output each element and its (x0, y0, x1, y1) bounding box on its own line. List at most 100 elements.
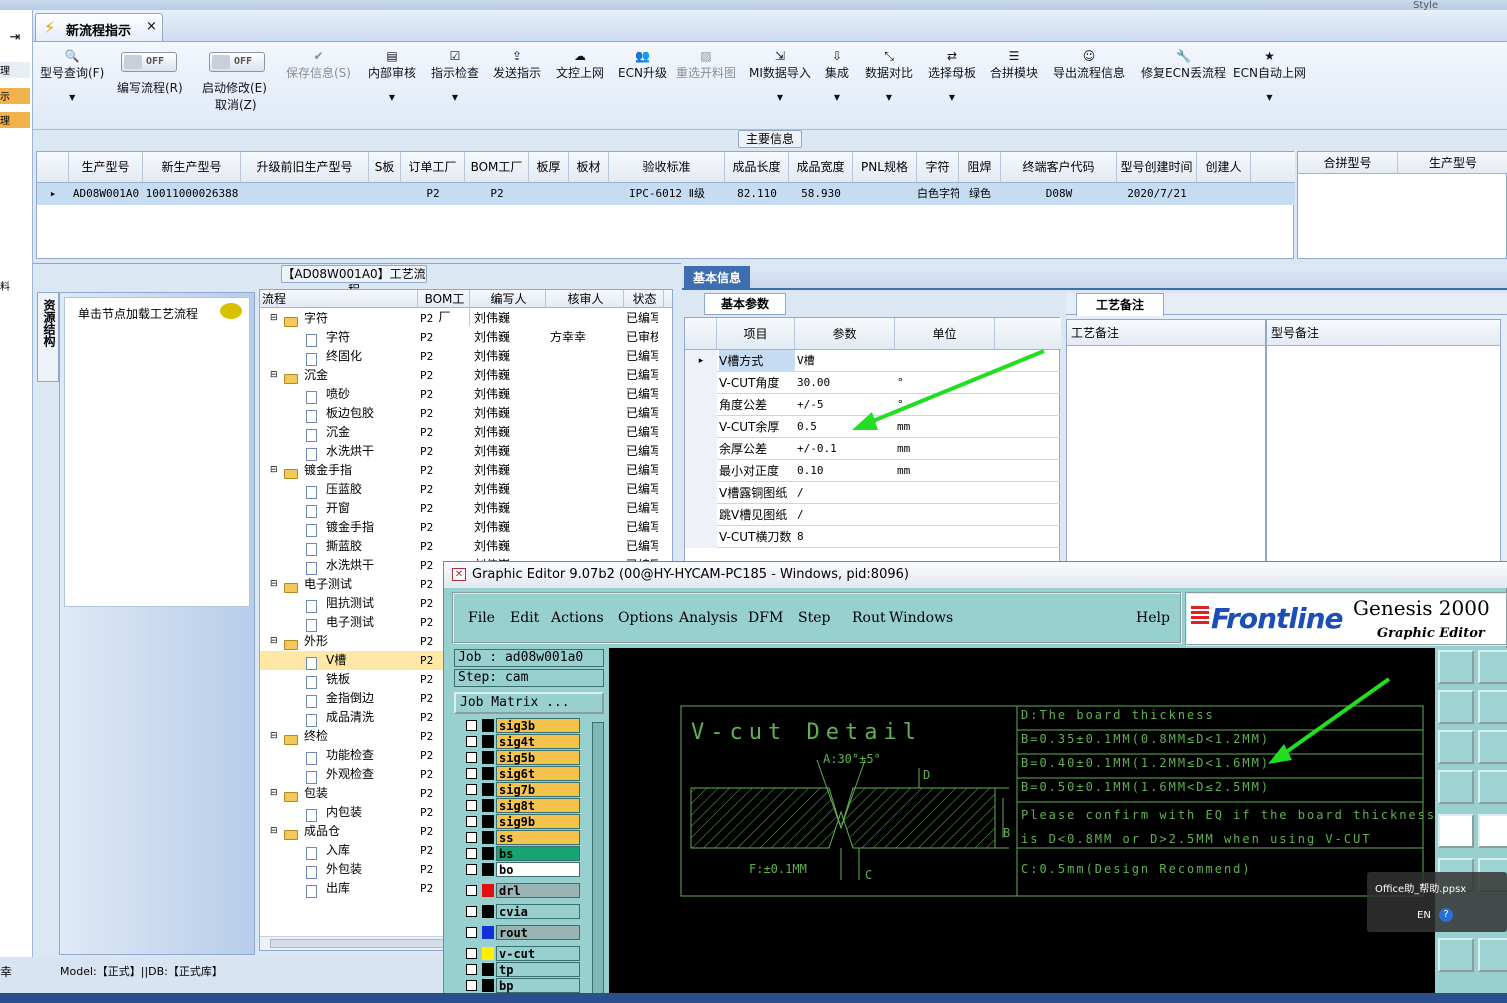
layer-row[interactable]: bo (456, 862, 582, 877)
table-cell[interactable] (241, 183, 369, 205)
param-value[interactable]: / (797, 504, 893, 526)
check-button[interactable]: ☑ 指示检查 ▼ (431, 48, 479, 102)
layer-checkbox[interactable] (466, 864, 477, 875)
layer-checkbox[interactable] (466, 980, 477, 991)
flow-column-header[interactable]: 流程 (260, 290, 418, 308)
tree-row[interactable]: 水洗烘干 P2 刘伟巍 已编写 (260, 442, 670, 461)
ecn-auto-button[interactable]: ★ ECN自动上网 ▼ (1233, 48, 1306, 102)
tree-row[interactable]: 终固化 P2 刘伟巍 已编写 (260, 347, 670, 366)
layer-row[interactable]: bp (456, 978, 582, 993)
param-value[interactable]: V槽 (797, 350, 893, 372)
dock-item-1[interactable]: 理 (0, 62, 30, 78)
integrate-button[interactable]: ⇩ 集成 ▼ (825, 48, 849, 102)
layer-row[interactable]: drl (456, 883, 582, 898)
close-icon[interactable]: × (146, 19, 157, 34)
tool-pan-left[interactable] (1438, 690, 1474, 724)
menu-analysis[interactable]: Analysis (679, 610, 738, 626)
param-row[interactable]: 跳V槽见图纸 / (685, 504, 1060, 526)
collapse-icon[interactable]: ⊟ (270, 784, 278, 803)
upload-button[interactable]: ☁ 文控上网 (556, 48, 604, 81)
layer-checkbox[interactable] (466, 720, 477, 731)
flow-column-header[interactable]: 核审人 (546, 290, 624, 308)
save-button[interactable]: ✔ 保存信息(S) (286, 48, 351, 81)
param-value[interactable]: / (797, 482, 893, 504)
param-value[interactable]: 30.00 (797, 372, 893, 394)
layer-row[interactable]: sig5b (456, 750, 582, 765)
tool-fit[interactable] (1438, 730, 1474, 764)
layer-row[interactable]: sig8t (456, 798, 582, 813)
collapse-icon[interactable]: ⊟ (270, 632, 278, 651)
collapse-icon[interactable]: ⊟ (270, 366, 278, 385)
menu-help[interactable]: Help (1136, 610, 1170, 626)
menu-dfm[interactable]: DFM (748, 610, 783, 626)
collapse-icon[interactable]: ⊟ (270, 575, 278, 594)
export-button[interactable]: ☺ 导出流程信息 (1053, 48, 1125, 81)
row-header-corner[interactable] (37, 152, 69, 182)
cancel-button[interactable]: 取消(Z) (215, 96, 257, 113)
dock-item-3[interactable]: 理 (0, 112, 30, 128)
send-button[interactable]: ⇪ 发送指示 (493, 48, 541, 81)
mi-import-button[interactable]: ⇲ MI数据导入 ▼ (749, 48, 811, 102)
layer-checkbox[interactable] (466, 832, 477, 843)
param-row[interactable]: V-CUT横刀数 8 (685, 526, 1060, 548)
select-master-button[interactable]: ⇄ 选择母板 ▼ (928, 48, 976, 102)
table-cell[interactable]: 58.930 (789, 183, 853, 205)
column-header[interactable]: PNL规格 (853, 152, 917, 182)
tab-basic-params[interactable]: 基本参数 (704, 293, 786, 315)
side-tab-resource[interactable]: 资源结构 (37, 292, 59, 382)
table-cell[interactable] (569, 183, 609, 205)
row-indicator-icon[interactable]: ▸ (37, 183, 69, 205)
column-header[interactable]: 终端客户代码 (1001, 152, 1117, 182)
dock-item-4[interactable]: 料 (0, 278, 10, 293)
layer-checkbox[interactable] (466, 784, 477, 795)
tree-row[interactable]: 撕蓝胶 P2 刘伟巍 已编写 (260, 537, 670, 556)
layer-checkbox[interactable] (466, 752, 477, 763)
param-value[interactable]: 0.5 (797, 416, 893, 438)
tool-line[interactable] (1478, 814, 1507, 848)
tool-measure[interactable] (1438, 770, 1474, 804)
layer-checkbox[interactable] (466, 927, 477, 938)
param-row[interactable]: V-CUT余厚 0.5 mm (685, 416, 1060, 438)
table-cell[interactable]: P2 (401, 183, 465, 205)
internal-review-button[interactable]: ▤ 内部审核 ▼ (368, 48, 416, 102)
layer-scrollbar[interactable] (592, 722, 604, 1003)
tree-row[interactable]: 沉金 P2 刘伟巍 已编写 (260, 423, 670, 442)
help-icon[interactable]: ? (1439, 908, 1453, 922)
tree-row[interactable]: 字符 P2 刘伟巍 方幸幸 已审核 (260, 328, 670, 347)
column-header[interactable]: 阻焊 (959, 152, 1001, 182)
column-header[interactable]: 板厚 (529, 152, 569, 182)
table-cell[interactable] (853, 183, 917, 205)
job-matrix-button[interactable]: Job Matrix ... (454, 692, 604, 714)
tool-grid[interactable] (1478, 770, 1507, 804)
tab-new-flow[interactable]: ⚡ 新流程指示 × (35, 13, 163, 41)
param-row[interactable]: V-CUT角度 30.00 ° (685, 372, 1060, 394)
menu-options[interactable]: Options (618, 610, 673, 626)
layer-checkbox[interactable] (466, 736, 477, 747)
layer-row[interactable]: sig7b (456, 782, 582, 797)
layer-checkbox[interactable] (466, 816, 477, 827)
tool-move[interactable] (1478, 730, 1507, 764)
param-row[interactable]: 余厚公差 +/-0.1 mm (685, 438, 1060, 460)
reselect-button[interactable]: ▨ 重选开料图 (676, 48, 736, 81)
tool-zoom-in[interactable] (1438, 650, 1474, 684)
tool-copy[interactable] (1438, 938, 1474, 972)
layer-checkbox[interactable] (466, 848, 477, 859)
layer-row[interactable]: sig4t (456, 734, 582, 749)
collapse-icon[interactable]: ⊟ (270, 822, 278, 841)
tree-row[interactable]: 镀金手指 P2 刘伟巍 已编写 (260, 518, 670, 537)
start-modify-toggle[interactable]: OFF (209, 52, 265, 72)
column-header[interactable]: 板材 (569, 152, 609, 182)
menu-edit[interactable]: Edit (510, 610, 539, 626)
tree-row[interactable]: 喷砂 P2 刘伟巍 已编写 (260, 385, 670, 404)
tree-row[interactable]: 开窗 P2 刘伟巍 已编写 (260, 499, 670, 518)
layer-row[interactable]: sig9b (456, 814, 582, 829)
dock-pin-icon[interactable]: ⇥ (0, 26, 30, 50)
layer-row[interactable]: tp (456, 962, 582, 977)
table-cell[interactable] (1197, 183, 1251, 205)
layer-checkbox[interactable] (466, 768, 477, 779)
column-header[interactable]: 新生产型号 (143, 152, 241, 182)
column-header[interactable]: 型号创建时间 (1117, 152, 1197, 182)
compare-button[interactable]: ⤡ 数据对比 ▼ (865, 48, 913, 102)
tool-pan-right[interactable] (1478, 690, 1507, 724)
param-row[interactable]: V槽露铜图纸 / (685, 482, 1060, 504)
